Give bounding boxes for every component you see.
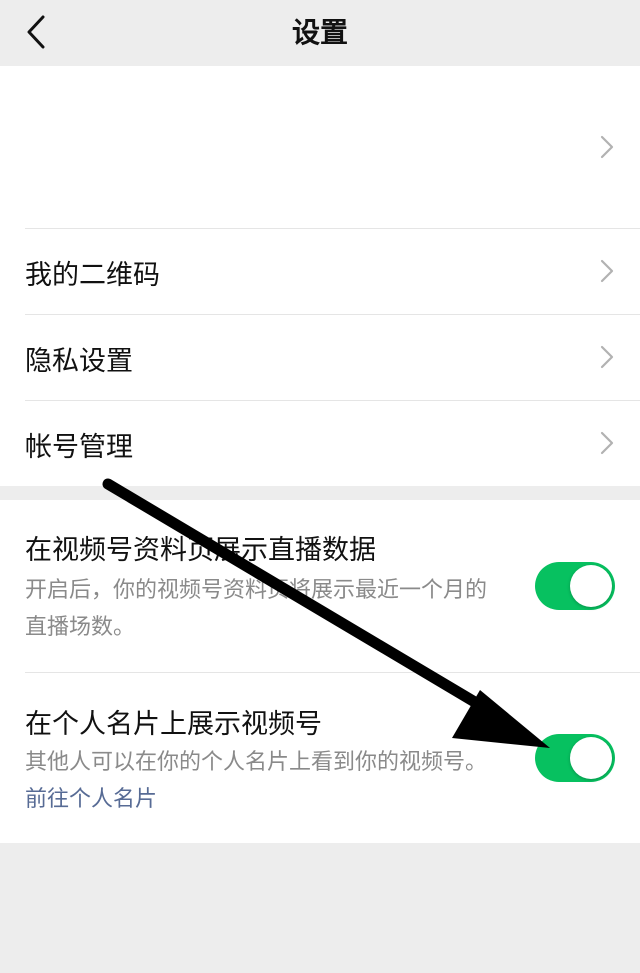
settings-item-qr-code[interactable]: 我的二维码	[0, 228, 640, 314]
toggle-title: 在个人名片上展示视频号	[25, 709, 322, 740]
chevron-right-icon	[600, 431, 614, 455]
toggle-group: 在视频号资料页展示直播数据 开启后，你的视频号资料页将展示最近一个月的直播场数。…	[0, 500, 640, 843]
toggle-title: 在视频号资料页展示直播数据	[25, 535, 376, 566]
toggle-row-business-card: 在个人名片上展示视频号 其他人可以在你的个人名片上看到你的视频号。前往个人名片	[0, 672, 640, 843]
live-data-toggle[interactable]	[535, 562, 615, 610]
settings-item-label: 帐号管理	[25, 432, 133, 463]
toggle-knob	[570, 565, 612, 607]
profile-row[interactable]	[0, 66, 640, 228]
chevron-right-icon	[600, 259, 614, 283]
toggle-knob	[570, 737, 612, 779]
page-title: 设置	[291, 16, 348, 49]
toggle-description: 开启后，你的视频号资料页将展示最近一个月的直播场数。	[25, 578, 488, 640]
settings-item-label: 我的二维码	[25, 260, 160, 291]
settings-item-privacy[interactable]: 隐私设置	[0, 314, 640, 400]
business-card-toggle[interactable]	[535, 734, 615, 782]
chevron-right-icon	[600, 135, 614, 159]
settings-item-account[interactable]: 帐号管理	[0, 400, 640, 486]
toggle-description-text: 其他人可以在你的个人名片上看到你的视频号。	[25, 750, 488, 775]
navigation-bar: 设置	[0, 0, 640, 66]
settings-group: 我的二维码 隐私设置 帐号管理	[0, 66, 640, 486]
toggle-row-live-data: 在视频号资料页展示直播数据 开启后，你的视频号资料页将展示最近一个月的直播场数。	[0, 500, 640, 672]
chevron-right-icon	[600, 345, 614, 369]
toggle-description: 其他人可以在你的个人名片上看到你的视频号。前往个人名片	[25, 744, 495, 818]
settings-item-label: 隐私设置	[25, 346, 133, 377]
go-to-business-card-link[interactable]: 前往个人名片	[25, 787, 157, 812]
